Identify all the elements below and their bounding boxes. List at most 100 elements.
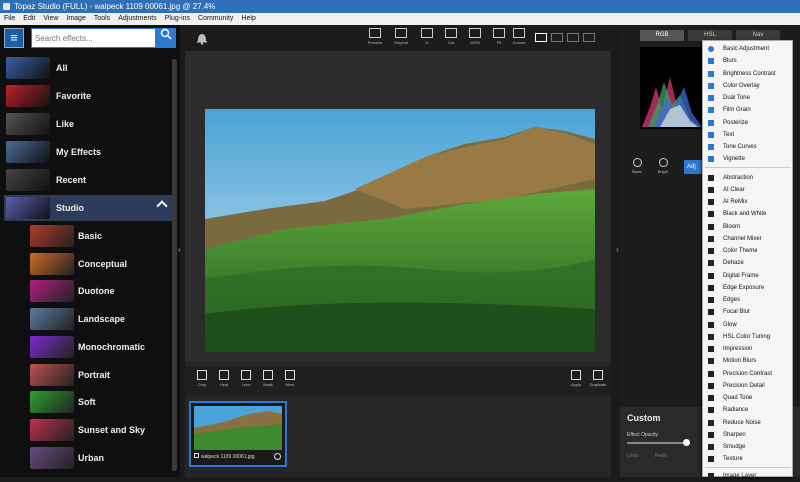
menu-tone-curves[interactable]: Tone Curves [703,141,794,153]
toolbar-preview-button[interactable]: Preview [365,28,385,50]
menu-precision-contrast[interactable]: Precision Contrast [703,368,794,380]
mask-button[interactable]: Mask [259,370,277,387]
menu-label: Digital Frame [723,272,759,279]
bright-preset-button[interactable]: Bright [652,158,674,174]
menu-item-plugins[interactable]: Plug-ins [165,13,190,25]
category-label: My Effects [56,147,102,157]
menu-ai-clear[interactable]: AI Clear [703,184,794,196]
menu-item-tools[interactable]: Tools [94,13,110,25]
menu-smudge[interactable]: Smudge [703,441,794,453]
slider-knob[interactable] [682,439,690,446]
close-icon[interactable] [274,453,281,460]
notifications-icon[interactable] [195,31,209,45]
studio-item-basic[interactable]: Basic [4,223,172,249]
more-button[interactable]: More [281,370,299,387]
collapse-left-icon[interactable]: ‹ [178,245,181,254]
collapse-right-icon[interactable]: › [616,245,619,254]
menu-abstraction[interactable]: Abstraction [703,172,794,184]
menu-motion-blurs[interactable]: Motion Blurs [703,355,794,367]
split-view-icon[interactable] [551,33,563,42]
menu-item-file[interactable]: File [4,13,15,25]
menu-item-adjustments[interactable]: Adjustments [118,13,157,25]
menu-precision-detail[interactable]: Precision Detail [703,380,794,392]
menu-brightness-contrast[interactable]: Brightness Contrast [703,68,794,80]
hamburger-icon[interactable]: ≡ [4,28,24,48]
menu-digital-frame[interactable]: Digital Frame [703,270,794,282]
menu-color-overlay[interactable]: Color Overlay [703,80,794,92]
menu-dehaze[interactable]: Dehaze [703,257,794,269]
side-view-icon[interactable] [567,33,579,42]
menu-edge-exposure[interactable]: Edge Exposure [703,282,794,294]
menu-texture[interactable]: Texture [703,453,794,465]
menu-image-layer[interactable]: Image Layer [703,470,794,482]
menu-basic-adjustment[interactable]: Basic Adjustment [703,43,794,55]
menu-item-image[interactable]: Image [66,13,85,25]
bright-icon [658,158,668,167]
menu-sharpen[interactable]: Sharpen [703,429,794,441]
studio-item-landscape[interactable]: Landscape [4,306,172,332]
menu-channel-mixer[interactable]: Channel Mixer [703,233,794,245]
menu-black-and-white[interactable]: Black and White [703,208,794,220]
menu-focal-blur[interactable]: Focal Blur [703,306,794,318]
duplicate-button[interactable]: Duplicate [589,370,607,387]
toolbar-zoom-out-button[interactable]: Out [441,28,461,50]
chevron-up-icon[interactable] [156,200,168,212]
menu-edges[interactable]: Edges [703,294,794,306]
category-favorite[interactable]: Favorite [4,83,172,109]
toolbar-zoom-in-button[interactable]: In [417,28,437,50]
menu-item-community[interactable]: Community [198,13,233,25]
menu-ai-remix[interactable]: AI ReMix [703,196,794,208]
search-input[interactable] [31,28,156,48]
toolbar-curves-button[interactable]: Curves [509,28,529,50]
menu-item-view[interactable]: View [43,13,58,25]
toolbar-original-button[interactable]: Original [391,28,411,50]
pencil-icon[interactable] [194,453,199,458]
menu-glow[interactable]: Glow [703,319,794,331]
category-recent[interactable]: Recent [4,167,172,193]
toolbar-fit-button[interactable]: Fit [489,28,509,50]
image-canvas[interactable]: ⌄ [185,51,611,389]
tab-rgb[interactable]: RGB [640,30,684,41]
apply-button[interactable]: Apply [567,370,585,387]
menu-radiance[interactable]: Radiance [703,404,794,416]
film-item[interactable]: walpeck 1109 00061.jpg [189,401,287,467]
menu-bloom[interactable]: Bloom [703,221,794,233]
menu-item-help[interactable]: Help [241,13,255,25]
toolbar-actual-size-button[interactable]: 100% [465,28,485,50]
menu-vignette[interactable]: Vignette [703,153,794,165]
toolbar-label: 100% [469,40,481,45]
studio-item-urban[interactable]: Urban [4,445,172,471]
category-like[interactable]: Like [4,111,172,137]
menu-dual-tone[interactable]: Dual Tone [703,92,794,104]
crop-button[interactable]: Crop [193,370,211,387]
menu-item-edit[interactable]: Edit [23,13,35,25]
category-studio[interactable]: Studio [4,195,172,221]
menu-blurs[interactable]: Blurs [703,55,794,67]
studio-item-conceptual[interactable]: Conceptual [4,251,172,277]
basic-preset-button[interactable]: Basic [626,158,648,174]
studio-item-monochromatic[interactable]: Monochromatic [4,334,172,360]
menu-color-theme[interactable]: Color Theme [703,245,794,257]
opacity-slider[interactable] [627,439,690,446]
scrollbar[interactable] [172,59,177,471]
studio-item-soft[interactable]: Soft [4,389,172,415]
search-icon[interactable] [156,28,176,48]
studio-item-duotone[interactable]: Duotone [4,278,172,304]
menu-text[interactable]: Text [703,129,794,141]
category-my-effects[interactable]: My Effects [4,139,172,165]
redo-button[interactable]: Redo [655,453,667,459]
studio-item-sunset-and-sky[interactable]: Sunset and Sky [4,417,172,443]
undo-button[interactable]: Undo [627,453,639,459]
menu-quad-tone[interactable]: Quad Tone [703,392,794,404]
menu-film-grain[interactable]: Film Grain [703,104,794,116]
menu-posterize[interactable]: Posterize [703,117,794,129]
heal-button[interactable]: Heal [215,370,233,387]
category-all[interactable]: All [4,55,172,81]
studio-item-portrait[interactable]: Portrait [4,362,172,388]
single-view-icon[interactable] [535,33,547,42]
menu-reduce-noise[interactable]: Reduce Noise [703,417,794,429]
menu-hsl-color-tuning[interactable]: HSL Color Tuning [703,331,794,343]
menu-impression[interactable]: Impression [703,343,794,355]
compare-view-icon[interactable] [583,33,595,42]
lens-button[interactable]: Lens [237,370,255,387]
